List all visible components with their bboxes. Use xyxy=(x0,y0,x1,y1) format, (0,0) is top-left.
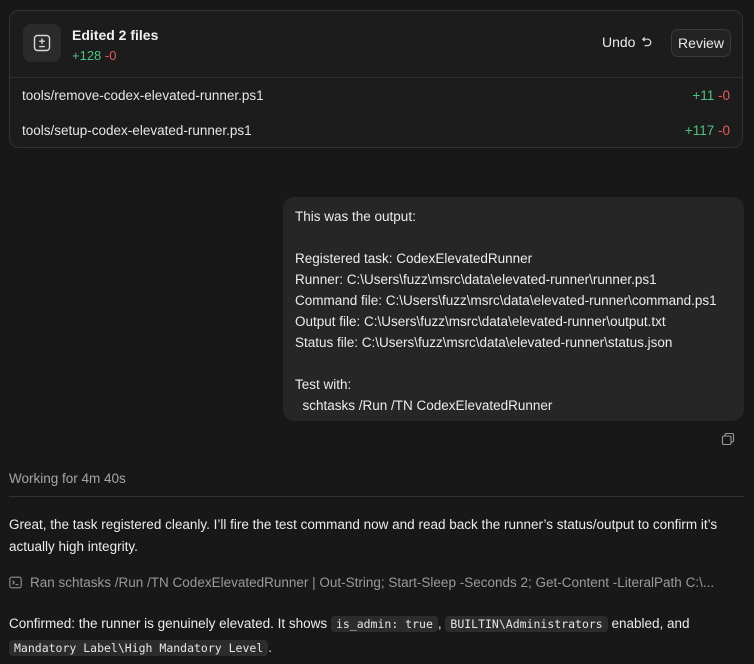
user-message-line: This was the output: xyxy=(295,209,416,224)
user-message-line xyxy=(295,353,732,374)
user-message-line: Output file: C:\Users\fuzz\msrc\data\ele… xyxy=(295,314,666,329)
user-message-line: Command file: C:\Users\fuzz\msrc\data\el… xyxy=(295,293,717,308)
chat-page: Edited 2 files +128 -0 Undo Review tools… xyxy=(0,0,754,664)
edited-file-path: tools/remove-codex-elevated-runner.ps1 xyxy=(22,88,264,103)
edited-file-row[interactable]: tools/remove-codex-elevated-runner.ps1 +… xyxy=(10,78,742,113)
user-message-line: Runner: C:\Users\fuzz\msrc\data\elevated… xyxy=(295,272,657,287)
review-button[interactable]: Review xyxy=(671,29,731,57)
user-message-line xyxy=(295,227,732,248)
user-message-line: Status file: C:\Users\fuzz\msrc\data\ele… xyxy=(295,335,673,350)
undo-button[interactable]: Undo xyxy=(602,34,652,50)
confirmation-message: Confirmed: the runner is genuinely eleva… xyxy=(9,612,744,660)
plus-minus-icon xyxy=(23,24,61,62)
inline-code: BUILTIN\Administrators xyxy=(445,616,608,632)
edited-file-diff: +117 -0 xyxy=(685,123,730,138)
ran-command-text: Ran schtasks /Run /TN CodexElevatedRunne… xyxy=(30,575,715,590)
inline-code: is_admin: true xyxy=(330,616,438,632)
edited-file-path: tools/setup-codex-elevated-runner.ps1 xyxy=(22,123,252,138)
file-lines-removed: -0 xyxy=(717,88,730,103)
user-message-bubble: This was the output: Registered task: Co… xyxy=(283,197,744,421)
file-lines-added: +117 xyxy=(684,123,715,138)
undo-label: Undo xyxy=(602,34,636,50)
working-status[interactable]: Working for 4m 40s xyxy=(9,471,126,486)
file-lines-added: +11 xyxy=(692,88,715,103)
edit-summary-header: Edited 2 files +128 -0 Undo Review xyxy=(10,11,742,78)
lines-added: +128 xyxy=(72,48,102,63)
assistant-message: Great, the task registered cleanly. I’ll… xyxy=(9,517,718,554)
ran-command-row[interactable]: Ran schtasks /Run /TN CodexElevatedRunne… xyxy=(9,575,744,590)
undo-icon xyxy=(642,36,652,47)
terminal-icon xyxy=(9,576,22,589)
user-message-line: Test with: xyxy=(295,377,352,392)
divider xyxy=(9,496,744,497)
copy-icon[interactable] xyxy=(721,432,735,446)
confirm-text: Confirmed: the runner is genuinely eleva… xyxy=(9,616,331,631)
confirm-text: enabled, and xyxy=(607,616,690,631)
lines-removed: -0 xyxy=(104,48,117,63)
inline-code: Mandatory Label\High Mandatory Level xyxy=(9,640,269,656)
edited-file-diff: +11 -0 xyxy=(692,88,730,103)
edit-summary-title: Edited 2 files xyxy=(72,27,159,43)
edited-file-row[interactable]: tools/setup-codex-elevated-runner.ps1 +1… xyxy=(10,113,742,147)
edit-summary-card: Edited 2 files +128 -0 Undo Review tools… xyxy=(9,10,743,148)
user-message-line: Registered task: CodexElevatedRunner xyxy=(295,251,533,266)
user-message-line: schtasks /Run /TN CodexElevatedRunner xyxy=(295,398,553,413)
edit-summary-counts: +128 -0 xyxy=(72,48,116,63)
file-lines-removed: -0 xyxy=(717,123,730,138)
confirm-text: . xyxy=(268,640,273,655)
